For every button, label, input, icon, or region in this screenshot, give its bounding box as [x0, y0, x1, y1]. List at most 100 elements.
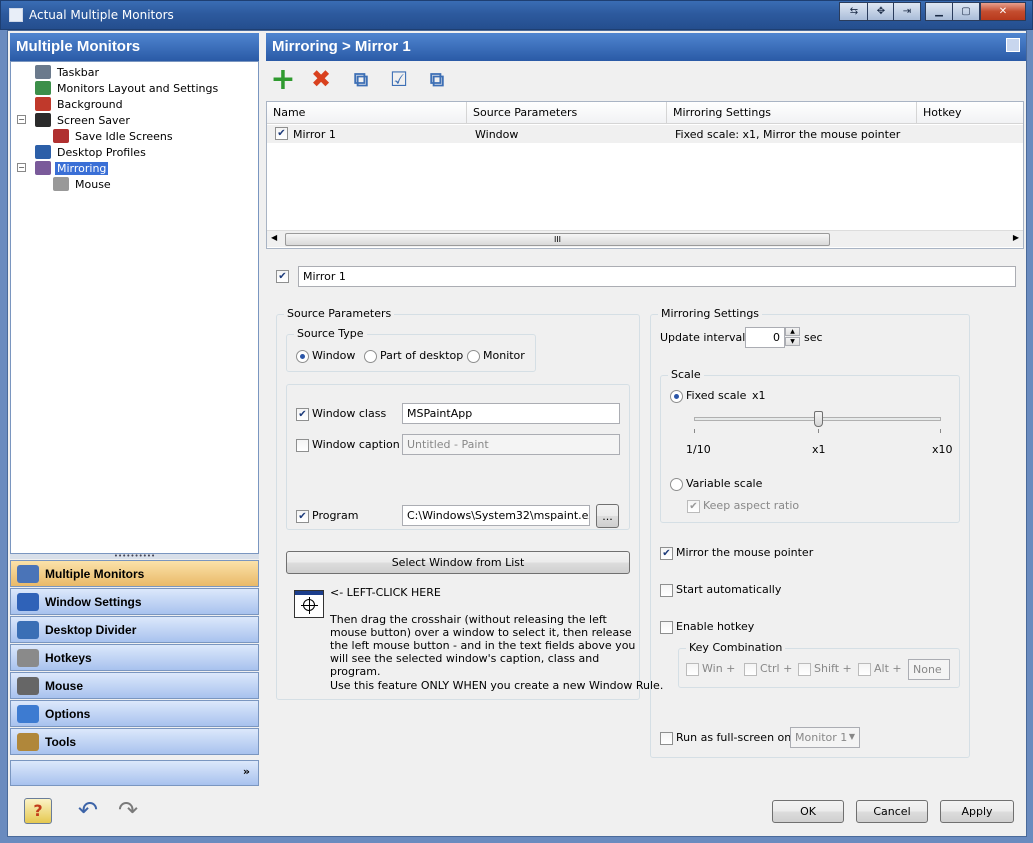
window-class-checkbox[interactable]: ✔: [296, 408, 309, 421]
key-alt-label: Alt +: [874, 662, 902, 675]
tree-item-label: Monitors Layout and Settings: [57, 81, 219, 95]
variable-scale-radio[interactable]: [670, 478, 683, 491]
scale-title: Scale: [668, 368, 704, 381]
apply-button[interactable]: Apply: [940, 800, 1014, 823]
copy-rule-button[interactable]: ⧉: [346, 64, 376, 94]
spin-down-icon[interactable]: ▼: [785, 337, 800, 346]
nav-item[interactable]: Tools: [10, 728, 259, 755]
table-row[interactable]: ✔ Mirror 1 Window Fixed scale: x1, Mirro…: [267, 125, 1023, 143]
key-win-checkbox[interactable]: [686, 663, 699, 676]
tree-item[interactable]: Mirroring: [35, 160, 109, 176]
fullscreen-monitor-select[interactable]: Monitor 1 ▼: [790, 727, 860, 748]
key-shift-checkbox[interactable]: [798, 663, 811, 676]
tree-item[interactable]: Save Idle Screens: [53, 128, 175, 144]
help-icon[interactable]: ?: [24, 798, 52, 824]
scale-slider-thumb[interactable]: [813, 411, 823, 427]
maximize-icon: ▢: [961, 6, 971, 17]
slider-max-label: x10: [932, 443, 953, 456]
compass-icon: ✥: [876, 6, 886, 17]
check-all-button[interactable]: ☑: [384, 64, 414, 94]
add-rule-button[interactable]: +: [268, 62, 298, 97]
pin-window-button[interactable]: ⇆: [839, 2, 869, 21]
update-interval-unit: sec: [804, 331, 823, 344]
column-header-name[interactable]: Name: [267, 102, 467, 124]
select-window-button[interactable]: Select Window from List: [286, 551, 630, 574]
undo-icon[interactable]: ↶: [78, 796, 98, 824]
scroll-left-icon[interactable]: ◀: [271, 233, 277, 242]
nav-overflow-bar[interactable]: »: [10, 760, 259, 786]
close-button[interactable]: ✕: [980, 2, 1026, 21]
arrange-windows-button[interactable]: ⧉: [422, 64, 452, 94]
tree-item[interactable]: Desktop Profiles: [35, 144, 148, 160]
nav-item[interactable]: Mouse: [10, 672, 259, 699]
tree-item-label: Screen Saver: [57, 113, 130, 127]
key-alt-checkbox[interactable]: [858, 663, 871, 676]
horizontal-scrollbar[interactable]: ◀ III ▶: [267, 230, 1023, 247]
tree-item[interactable]: Taskbar: [35, 64, 101, 80]
source-type-title: Source Type: [294, 327, 367, 340]
source-type-monitor-radio[interactable]: [467, 350, 480, 363]
nav-item[interactable]: Window Settings: [10, 588, 259, 615]
enable-hotkey-checkbox[interactable]: [660, 621, 673, 634]
redo-icon[interactable]: ↷: [118, 796, 138, 824]
scroll-right-icon[interactable]: ▶: [1013, 233, 1019, 242]
program-checkbox[interactable]: ✔: [296, 510, 309, 523]
hotkeys-icon: [17, 648, 39, 667]
sidebar-splitter[interactable]: ••••••••••: [10, 553, 259, 560]
tree-item-label: Background: [57, 97, 123, 111]
background-icon: [35, 97, 51, 111]
program-input[interactable]: C:\Windows\System32\mspaint.exe: [402, 505, 590, 526]
source-type-desktop-radio[interactable]: [364, 350, 377, 363]
start-automatically-checkbox[interactable]: [660, 584, 673, 597]
window-class-input[interactable]: MSPaintApp: [402, 403, 620, 424]
fullscreen-label: Run as full-screen on: [676, 731, 792, 744]
rule-name-input[interactable]: Mirror 1: [298, 266, 1016, 287]
scroll-thumb[interactable]: III: [285, 233, 830, 246]
column-header-hotkey[interactable]: Hotkey: [917, 102, 1023, 124]
window-caption-input[interactable]: Untitled - Paint: [402, 434, 620, 455]
mirror-pointer-checkbox[interactable]: ✔: [660, 547, 673, 560]
ok-button[interactable]: OK: [772, 800, 844, 823]
column-header-settings[interactable]: Mirroring Settings: [667, 102, 917, 124]
minimize-button[interactable]: ▁: [925, 2, 953, 21]
maximize-button[interactable]: ▢: [952, 2, 980, 21]
source-type-window-radio[interactable]: [296, 350, 309, 363]
main-panel: Mirroring > Mirror 1 + ✖ ⧉ ☑ ⧉ Name Sour…: [266, 31, 1028, 788]
key-ctrl-checkbox[interactable]: [744, 663, 757, 676]
keep-aspect-checkbox[interactable]: ✔: [687, 500, 700, 513]
tree-item[interactable]: Mouse: [53, 176, 113, 192]
mouse-nav-icon: [17, 676, 39, 695]
cancel-button[interactable]: Cancel: [856, 800, 928, 823]
crosshair-note: Use this feature ONLY WHEN you create a …: [330, 679, 664, 692]
column-header-source[interactable]: Source Parameters: [467, 102, 667, 124]
crosshair-picker[interactable]: [294, 590, 324, 618]
tree-item[interactable]: Monitors Layout and Settings: [35, 80, 220, 96]
left-click-hint: <- LEFT-CLICK HERE: [330, 586, 441, 599]
tree-item[interactable]: Background: [35, 96, 125, 112]
slider-min-label: 1/10: [686, 443, 711, 456]
variable-scale-label: Variable scale: [686, 477, 763, 490]
start-automatically-label: Start automatically: [676, 583, 782, 596]
fullscreen-checkbox[interactable]: [660, 732, 673, 745]
tree-item[interactable]: Screen Saver: [35, 112, 132, 128]
nav-item[interactable]: Desktop Divider: [10, 616, 259, 643]
panel-layout-icon[interactable]: [1006, 38, 1020, 52]
hotkey-input[interactable]: None: [908, 659, 950, 680]
window-caption-checkbox[interactable]: [296, 439, 309, 452]
spin-up-icon[interactable]: ▲: [785, 327, 800, 336]
tree-collapse-icon[interactable]: −: [17, 163, 26, 172]
source-parameters-title: Source Parameters: [284, 307, 395, 320]
keep-aspect-label: Keep aspect ratio: [703, 499, 800, 512]
fixed-scale-radio[interactable]: [670, 390, 683, 403]
move-window-button[interactable]: ✥: [867, 2, 895, 21]
delete-rule-button[interactable]: ✖: [306, 64, 336, 94]
nav-item[interactable]: Hotkeys: [10, 644, 259, 671]
nav-item[interactable]: Options: [10, 700, 259, 727]
send-to-monitor-button[interactable]: ⇥: [893, 2, 921, 21]
nav-item[interactable]: Multiple Monitors: [10, 560, 259, 587]
tree-collapse-icon[interactable]: −: [17, 115, 26, 124]
browse-program-button[interactable]: ...: [596, 504, 619, 528]
window-caption-label: Window caption: [312, 438, 400, 451]
rule-enabled-checkbox[interactable]: ✔: [276, 270, 289, 283]
update-interval-input[interactable]: 0: [745, 327, 785, 348]
